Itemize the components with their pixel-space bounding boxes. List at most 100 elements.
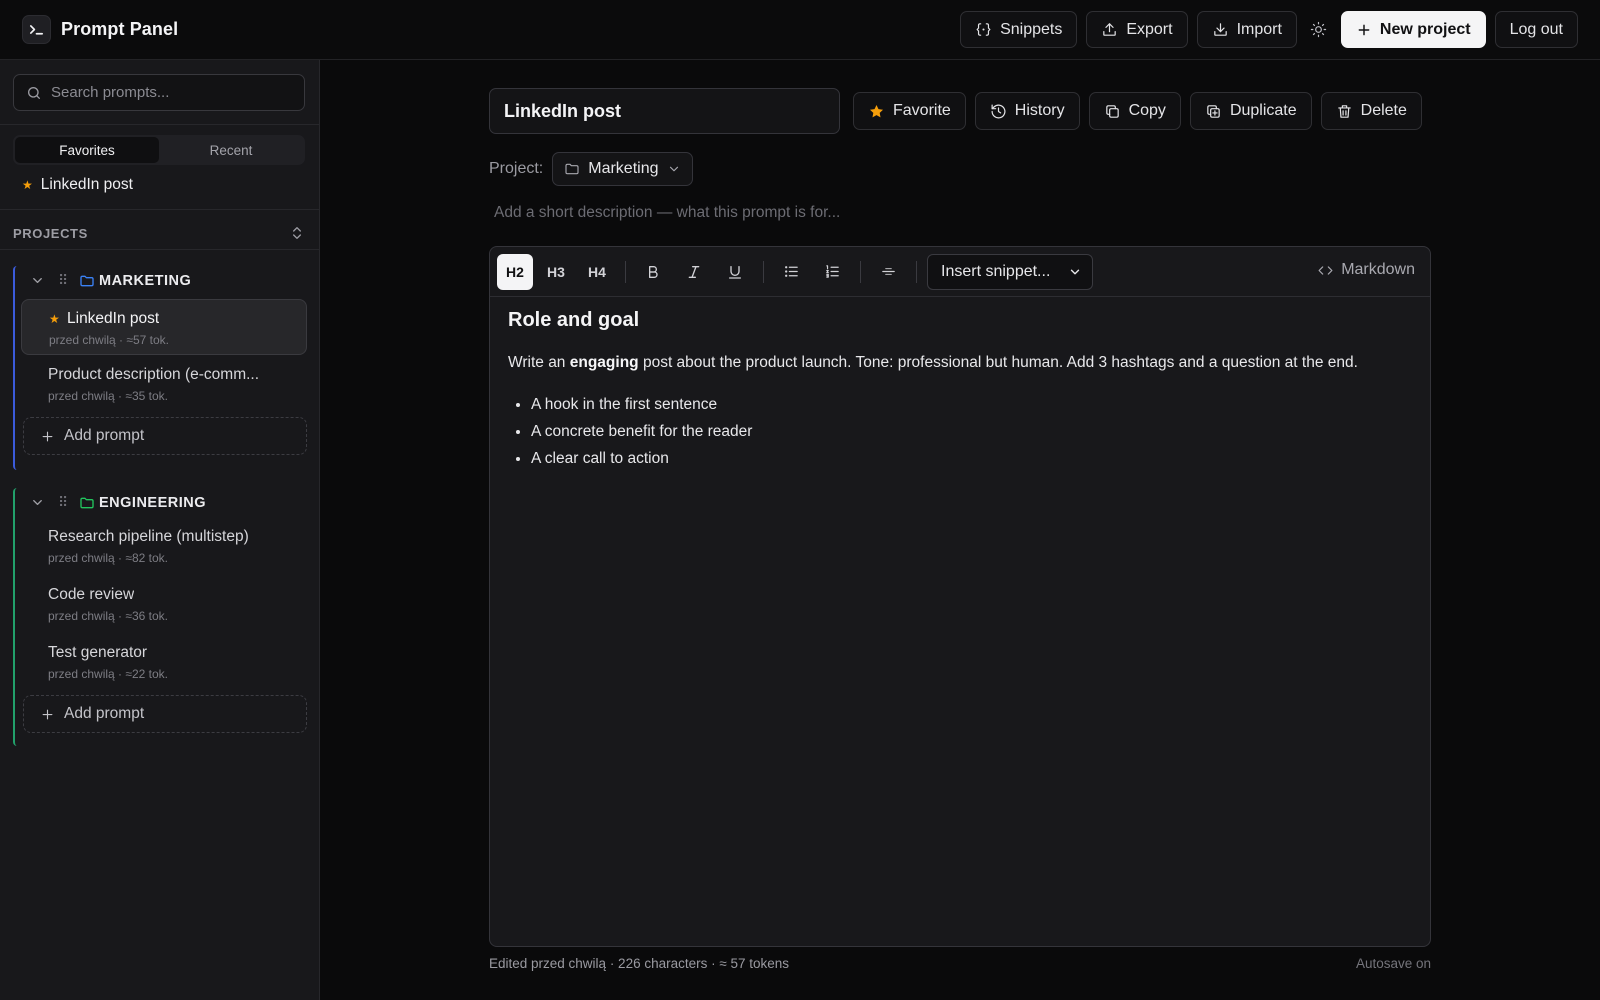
search-box bbox=[13, 74, 305, 111]
delete-button[interactable]: Delete bbox=[1320, 92, 1422, 130]
project-select[interactable]: Marketing bbox=[552, 152, 693, 186]
folder-icon bbox=[564, 161, 580, 177]
tab-favorites[interactable]: Favorites bbox=[15, 137, 159, 163]
search-input[interactable] bbox=[51, 84, 292, 101]
favorite-item[interactable]: ★ LinkedIn post bbox=[22, 176, 133, 194]
grip-icon[interactable]: ⠿ bbox=[58, 494, 68, 511]
divider-button[interactable] bbox=[870, 254, 906, 290]
prompt-title: LinkedIn post bbox=[67, 310, 160, 327]
chevron-down-icon[interactable] bbox=[30, 273, 45, 288]
header-actions: Snippets Export Import New project Log o… bbox=[960, 11, 1578, 48]
star-icon: ★ bbox=[49, 312, 60, 326]
underline-button[interactable] bbox=[717, 254, 753, 290]
markdown-label: Markdown bbox=[1341, 261, 1415, 278]
project-header-marketing[interactable]: ⠿ MARKETING bbox=[15, 266, 307, 296]
prompt-meta: przed chwilą · ≈22 tok. bbox=[48, 667, 168, 681]
editor-content[interactable]: Role and goal Write an engaging post abo… bbox=[508, 309, 1412, 472]
duplicate-label: Duplicate bbox=[1229, 102, 1297, 119]
logout-button[interactable]: Log out bbox=[1494, 11, 1578, 48]
chevron-down-icon[interactable] bbox=[30, 495, 45, 510]
plus-icon bbox=[1356, 22, 1372, 38]
sidebar-divider bbox=[0, 209, 320, 210]
copy-button[interactable]: Copy bbox=[1088, 92, 1181, 130]
favorite-button[interactable]: Favorite bbox=[853, 92, 966, 130]
new-project-label: New project bbox=[1379, 20, 1471, 38]
chevron-up-down-icon[interactable] bbox=[289, 225, 305, 241]
description-input[interactable] bbox=[489, 198, 1431, 228]
autosave-status: Autosave on bbox=[1355, 956, 1431, 971]
folder-icon bbox=[79, 495, 95, 511]
new-project-button[interactable]: New project bbox=[1340, 11, 1486, 48]
folder-icon bbox=[79, 273, 95, 289]
brand: Prompt Panel bbox=[22, 15, 178, 44]
italic-button[interactable] bbox=[676, 254, 712, 290]
editor-status: Edited przed chwilą · 226 characters · ≈… bbox=[489, 956, 790, 971]
list-item[interactable]: Product description (e-comm... przed chw… bbox=[21, 356, 307, 412]
snippets-icon bbox=[975, 21, 992, 38]
paragraph-text: Write an bbox=[508, 354, 570, 371]
heading-4-button[interactable]: H4 bbox=[579, 254, 615, 290]
bullet-list-button[interactable] bbox=[773, 254, 809, 290]
underline-icon bbox=[727, 264, 743, 280]
snippets-button[interactable]: Snippets bbox=[960, 11, 1078, 48]
insert-snippet-value: Insert snippet... bbox=[941, 262, 1051, 280]
duplicate-icon bbox=[1205, 103, 1222, 120]
list-item[interactable]: ★ LinkedIn post przed chwilą · ≈57 tok. bbox=[21, 299, 307, 355]
prompt-title-input[interactable] bbox=[489, 88, 840, 134]
editor-toolbar: H2 H3 H4 Insert snippet... Markdown bbox=[490, 247, 1430, 297]
grip-icon[interactable]: ⠿ bbox=[58, 272, 68, 289]
tab-recent[interactable]: Recent bbox=[159, 137, 303, 163]
code-icon bbox=[1317, 262, 1334, 279]
projects-header: PROJECTS bbox=[13, 221, 305, 245]
history-label: History bbox=[1014, 102, 1065, 119]
toolbar-divider bbox=[860, 260, 861, 283]
star-icon bbox=[868, 103, 885, 120]
favorite-label: Favorite bbox=[893, 102, 951, 119]
projects-label: PROJECTS bbox=[13, 225, 88, 241]
bullet-list-icon bbox=[783, 263, 800, 280]
add-prompt-button[interactable]: Add prompt bbox=[23, 417, 307, 455]
favorite-item-label: LinkedIn post bbox=[40, 176, 133, 193]
sidebar-divider bbox=[0, 124, 320, 125]
export-button[interactable]: Export bbox=[1086, 11, 1188, 48]
export-label: Export bbox=[1126, 20, 1173, 38]
heading-2-button[interactable]: H2 bbox=[497, 253, 533, 290]
prompt-meta: przed chwilą · ≈35 tok. bbox=[48, 389, 168, 403]
project-header-engineering[interactable]: ⠿ ENGINEERING bbox=[15, 488, 307, 518]
bold-button[interactable] bbox=[635, 254, 671, 290]
prompt-meta: przed chwilą · ≈36 tok. bbox=[48, 609, 168, 623]
search-icon bbox=[26, 85, 42, 101]
list-item[interactable]: Test generator przed chwilą · ≈22 tok. bbox=[21, 634, 307, 690]
add-prompt-button[interactable]: Add prompt bbox=[23, 695, 307, 733]
list-item: A clear call to action bbox=[531, 445, 1412, 472]
numbered-list-button[interactable] bbox=[814, 254, 850, 290]
import-label: Import bbox=[1236, 20, 1282, 38]
list-item[interactable]: Research pipeline (multistep) przed chwi… bbox=[21, 518, 307, 574]
project-select-value: Marketing bbox=[588, 160, 659, 177]
add-prompt-label: Add prompt bbox=[64, 427, 145, 444]
prompt-actions: Favorite History Copy Duplicate Delete bbox=[853, 92, 1422, 130]
upload-icon bbox=[1101, 21, 1118, 38]
list-item: A concrete benefit for the reader bbox=[531, 418, 1412, 445]
plus-icon bbox=[40, 429, 55, 444]
import-button[interactable]: Import bbox=[1196, 11, 1297, 48]
download-icon bbox=[1212, 21, 1229, 38]
toolbar-divider bbox=[916, 260, 917, 283]
sidebar-tabs: Favorites Recent bbox=[13, 135, 305, 165]
duplicate-button[interactable]: Duplicate bbox=[1189, 92, 1312, 130]
project-name: ENGINEERING bbox=[99, 495, 207, 511]
snippets-label: Snippets bbox=[1000, 20, 1063, 38]
project-row: Project: Marketing bbox=[489, 152, 693, 186]
list-item[interactable]: Code review przed chwilą · ≈36 tok. bbox=[21, 576, 307, 632]
project-label: Project: bbox=[489, 160, 544, 177]
history-button[interactable]: History bbox=[974, 92, 1080, 130]
markdown-toggle[interactable]: Markdown bbox=[1317, 261, 1415, 279]
heading-3-button[interactable]: H3 bbox=[538, 254, 574, 290]
content-heading: Role and goal bbox=[508, 309, 640, 331]
insert-snippet-select[interactable]: Insert snippet... bbox=[927, 253, 1093, 290]
app-title: Prompt Panel bbox=[61, 19, 179, 39]
italic-icon bbox=[686, 264, 702, 280]
plus-icon bbox=[40, 707, 55, 722]
theme-toggle-button[interactable] bbox=[1306, 11, 1332, 48]
chevron-down-icon bbox=[667, 162, 681, 176]
